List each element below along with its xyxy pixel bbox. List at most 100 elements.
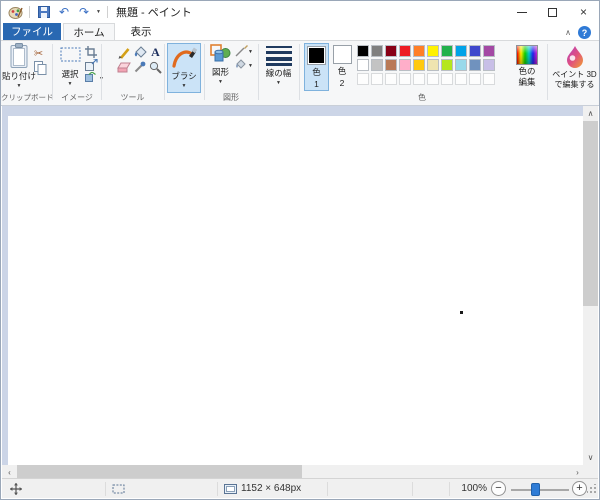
- color-swatch[interactable]: [371, 59, 383, 71]
- color-swatch[interactable]: [483, 59, 495, 71]
- paint3d-button[interactable]: ペイント 3D で編集する: [550, 43, 599, 101]
- resize-icon[interactable]: [85, 59, 98, 71]
- color1-swatch: [307, 46, 326, 65]
- crop-icon[interactable]: [85, 46, 97, 58]
- drawing-canvas[interactable]: [8, 116, 585, 465]
- color-swatch[interactable]: [413, 45, 425, 57]
- brush-icon: [171, 46, 197, 69]
- color-swatch-empty[interactable]: [399, 73, 411, 85]
- color-swatch[interactable]: [357, 45, 369, 57]
- zoom-out-button[interactable]: −: [491, 481, 506, 496]
- maximize-button[interactable]: [537, 1, 568, 23]
- paint3d-icon: [564, 45, 586, 69]
- qat-dropdown-icon[interactable]: ▼: [96, 9, 101, 15]
- text-tool-icon[interactable]: A: [148, 45, 163, 59]
- edit-colors-button[interactable]: 色の編集: [510, 43, 544, 97]
- color-swatch[interactable]: [371, 45, 383, 57]
- fill-icon[interactable]: [132, 45, 147, 59]
- group-label-shapes: 図形: [205, 92, 257, 103]
- brush-dropdown-icon: ▼: [182, 83, 187, 89]
- zoom-in-button[interactable]: +: [572, 481, 587, 496]
- color-swatch-empty[interactable]: [385, 73, 397, 85]
- zoom-slider-thumb[interactable]: [531, 483, 540, 496]
- group-divider: [547, 44, 548, 100]
- ribbon: 貼り付け ▼ ✂ クリップボード 選択 ▼: [1, 40, 599, 106]
- help-icon[interactable]: ?: [578, 26, 591, 39]
- cursor-position-icon: [10, 483, 22, 498]
- line-width-icon: [266, 45, 292, 66]
- paint3d-label: ペイント 3D で編集する: [551, 70, 599, 90]
- color-swatch-empty[interactable]: [455, 73, 467, 85]
- qat-separator2: [107, 6, 108, 18]
- color-swatch-empty[interactable]: [413, 73, 425, 85]
- line-width-dropdown-icon: ▼: [276, 80, 281, 86]
- color-swatch[interactable]: [385, 45, 397, 57]
- color-swatch-empty[interactable]: [469, 73, 481, 85]
- pencil-icon[interactable]: [116, 45, 131, 59]
- undo-icon[interactable]: ↶: [56, 4, 72, 20]
- ribbon-tabs: ファイル ホーム 表示 ∧ ?: [1, 23, 599, 40]
- color-swatch[interactable]: [413, 59, 425, 71]
- line-width-label: 線の幅: [266, 67, 292, 79]
- color-swatch[interactable]: [483, 45, 495, 57]
- group-divider: [164, 44, 165, 100]
- status-divider: [105, 482, 106, 496]
- color-swatch[interactable]: [399, 45, 411, 57]
- minimize-button[interactable]: [506, 1, 537, 23]
- line-width-button[interactable]: 線の幅 ▼: [262, 43, 295, 93]
- color-swatch[interactable]: [385, 59, 397, 71]
- close-button[interactable]: ×: [568, 1, 599, 23]
- status-divider: [449, 482, 450, 496]
- color-swatch[interactable]: [469, 45, 481, 57]
- color-picker-icon[interactable]: [132, 60, 147, 74]
- tab-view[interactable]: 表示: [117, 23, 165, 40]
- copy-icon[interactable]: [34, 61, 47, 75]
- color-swatch[interactable]: [455, 45, 467, 57]
- title-bar: ↶ ↷ ▼ 無題 - ペイント ×: [1, 1, 599, 23]
- select-label: 選択: [61, 68, 78, 80]
- color-swatch[interactable]: [357, 59, 369, 71]
- color-swatch[interactable]: [427, 59, 439, 71]
- color-swatch[interactable]: [441, 45, 453, 57]
- color1-button[interactable]: 色 1: [304, 43, 329, 91]
- shape-outline-icon[interactable]: ▼: [235, 45, 253, 58]
- color2-button[interactable]: 色 2: [331, 43, 353, 91]
- zoom-slider-track[interactable]: [511, 489, 569, 491]
- brush-button[interactable]: ブラシ ▼: [167, 43, 201, 93]
- select-button[interactable]: 選択 ▼: [56, 43, 84, 93]
- tab-file[interactable]: ファイル: [3, 23, 61, 40]
- shape-outline-dropdown-icon: ▼: [248, 49, 253, 55]
- color-swatch[interactable]: [441, 59, 453, 71]
- color-swatch-empty[interactable]: [371, 73, 383, 85]
- group-label-tools: ツール: [102, 92, 163, 103]
- color-swatch-empty[interactable]: [427, 73, 439, 85]
- tab-home[interactable]: ホーム: [63, 23, 115, 40]
- scroll-up-icon[interactable]: ∧: [583, 106, 598, 121]
- shapes-button[interactable]: 図形 ▼: [208, 43, 233, 93]
- image-size-text: 1152 × 648px: [241, 483, 301, 494]
- cut-icon[interactable]: ✂: [34, 46, 49, 60]
- vertical-scrollbar-thumb[interactable]: [583, 121, 598, 306]
- color-swatch-empty[interactable]: [441, 73, 453, 85]
- shape-fill-icon[interactable]: ▼: [235, 59, 253, 71]
- scroll-down-icon[interactable]: ∨: [583, 450, 598, 465]
- shapes-icon: [210, 44, 231, 65]
- save-icon[interactable]: [36, 4, 52, 20]
- resize-grip[interactable]: [587, 484, 597, 497]
- magnifier-icon[interactable]: [148, 60, 163, 74]
- vertical-scrollbar[interactable]: ∧ ∨: [583, 106, 598, 465]
- color1-number: 1: [314, 79, 319, 89]
- redo-icon[interactable]: ↷: [76, 4, 92, 20]
- eraser-icon[interactable]: [116, 60, 131, 74]
- color-swatch[interactable]: [469, 59, 481, 71]
- collapse-ribbon-icon[interactable]: ∧: [565, 28, 571, 37]
- color-swatch[interactable]: [399, 59, 411, 71]
- color-swatch[interactable]: [427, 45, 439, 57]
- select-icon: [60, 47, 81, 62]
- paste-button[interactable]: 貼り付け ▼: [4, 43, 34, 93]
- color-swatch[interactable]: [455, 59, 467, 71]
- color-swatch-empty[interactable]: [483, 73, 495, 85]
- status-divider: [327, 482, 328, 496]
- edit-colors-label: 色の編集: [516, 66, 538, 87]
- color-swatch-empty[interactable]: [357, 73, 369, 85]
